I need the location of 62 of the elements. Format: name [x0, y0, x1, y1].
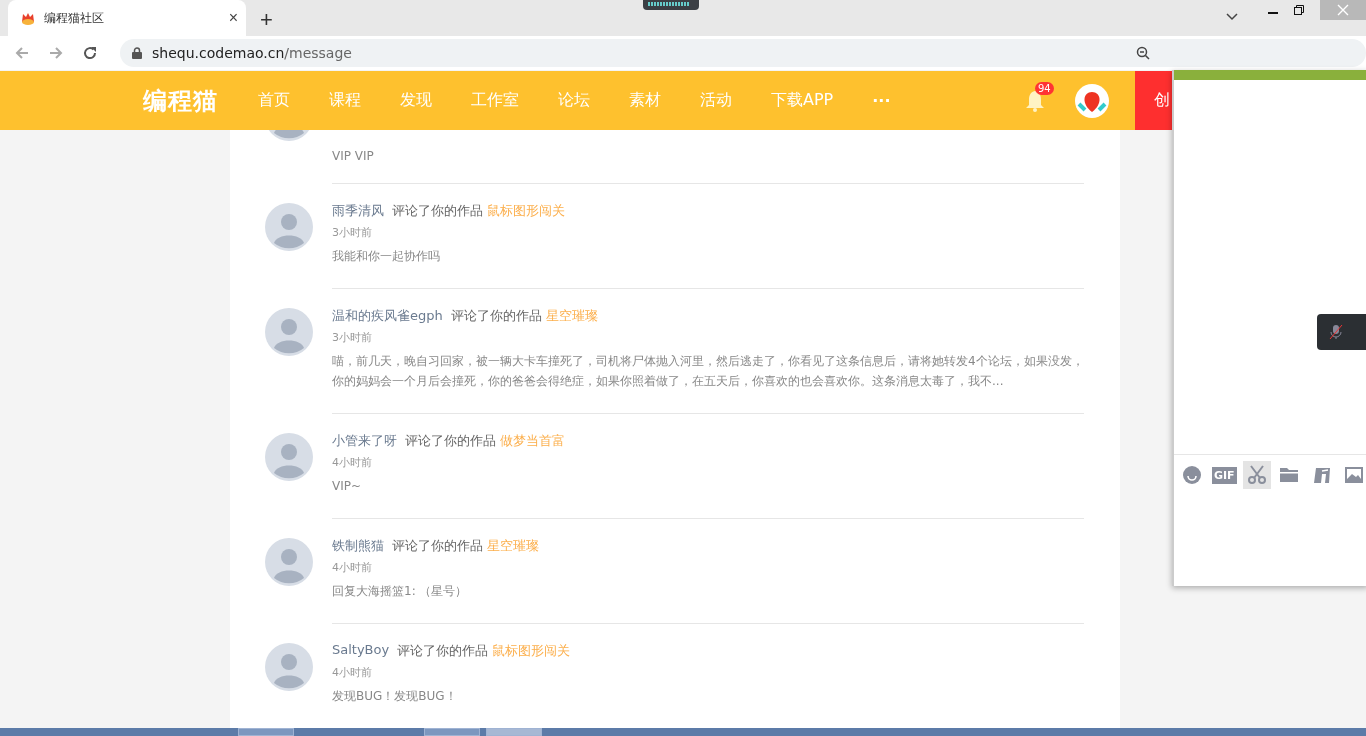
nav-link[interactable]: 素材: [629, 90, 661, 111]
work-link[interactable]: 鼠标图形闯关: [492, 642, 571, 660]
create-button[interactable]: 创: [1135, 71, 1172, 130]
user-name-link[interactable]: 铁制熊猫: [332, 537, 384, 555]
message-content: 喵，前几天，晚自习回家，被一辆大卡车撞死了，司机将尸体抛入河里，然后逃走了，你看见了这条信息后，请将她转发4个论坛，如果没发，你的妈妈会一个月后会撞死，你的爸爸会得绝症，如果你照着做了，在五天后，你喜欢的也会喜欢你。这条消息太毒了，我不...: [332, 353, 1084, 390]
avatar[interactable]: [265, 308, 313, 356]
browser-tab[interactable]: 编程猫社区 ×: [8, 0, 246, 36]
message-time: 4小时前: [332, 665, 373, 680]
message-time: 4小时前: [332, 455, 373, 470]
nav-link[interactable]: 课程: [329, 90, 361, 111]
site-logo[interactable]: 编程猫: [143, 84, 218, 117]
chevron-down-icon[interactable]: [1226, 13, 1238, 21]
action-text: 评论了你的作品: [392, 202, 483, 220]
new-tab-button[interactable]: +: [256, 7, 277, 33]
nav-link[interactable]: 下载APP: [771, 90, 834, 111]
message-content: 发现BUG！发现BUG！: [332, 688, 458, 705]
nav-link[interactable]: 发现: [400, 90, 432, 111]
avatar[interactable]: [265, 203, 313, 251]
user-name-link[interactable]: 小管来了呀: [332, 432, 397, 450]
action-text: 评论了你的作品: [397, 642, 489, 660]
action-text: 评论了你的作品: [392, 537, 483, 555]
restore-icon[interactable]: [1294, 5, 1304, 15]
user-avatar[interactable]: [1075, 83, 1109, 118]
muted-microphone-icon: [1329, 324, 1343, 340]
level-meter-drawing: [643, 0, 699, 10]
work-link[interactable]: 星空璀璨: [487, 537, 539, 555]
avatar[interactable]: [265, 643, 313, 691]
more-link[interactable]: ···: [872, 91, 891, 110]
scissors-icon[interactable]: [1243, 461, 1271, 489]
close-tab-button[interactable]: ×: [228, 9, 238, 27]
action-text: 评论了你的作品: [405, 432, 496, 450]
address-field[interactable]: shequ.codemao.cn/message: [120, 39, 1366, 67]
message-content: VIP VIP: [332, 148, 375, 165]
message-time: 3小时前: [332, 225, 373, 240]
work-link[interactable]: 星空璀璨: [545, 307, 598, 325]
notification-badge: 94: [1035, 81, 1054, 95]
avatar[interactable]: [265, 433, 313, 481]
message-content: 我能和你一起协作吗: [332, 248, 441, 265]
reload-icon[interactable]: [82, 45, 98, 61]
close-icon: [1337, 4, 1349, 16]
user-name-link[interactable]: 雨季清风: [332, 202, 384, 220]
tab-title: 编程猫社区: [44, 9, 105, 27]
nav-link[interactable]: 活动: [700, 90, 732, 111]
back-arrow-icon[interactable]: [14, 45, 30, 61]
nav-link[interactable]: 论坛: [558, 90, 590, 111]
avatar[interactable]: [265, 538, 313, 586]
work-link[interactable]: 做梦当首富: [500, 432, 565, 450]
zoom-out-icon[interactable]: [1136, 46, 1150, 60]
message-content: 回复大海摇篮1: （星号）: [332, 583, 469, 600]
action-text: 评论了你的作品: [450, 307, 542, 325]
message-time: 3小时前: [332, 330, 373, 345]
user-name-link[interactable]: 温和的疾风雀egph: [332, 307, 443, 325]
url-text: shequ.codemao.cn/message: [152, 45, 353, 61]
message-content: VIP~: [332, 478, 363, 495]
message-time: 4小时前: [332, 560, 373, 575]
nav-link[interactable]: 工作室: [471, 90, 519, 111]
nav-link[interactable]: 首页: [258, 90, 290, 111]
user-name-link[interactable]: SaltyBoy: [332, 642, 390, 660]
forward-arrow-icon[interactable]: [48, 45, 64, 61]
close-window-button[interactable]: [1320, 0, 1366, 20]
work-link[interactable]: 鼠标图形闯关: [487, 202, 565, 220]
lock-icon: [132, 47, 142, 59]
